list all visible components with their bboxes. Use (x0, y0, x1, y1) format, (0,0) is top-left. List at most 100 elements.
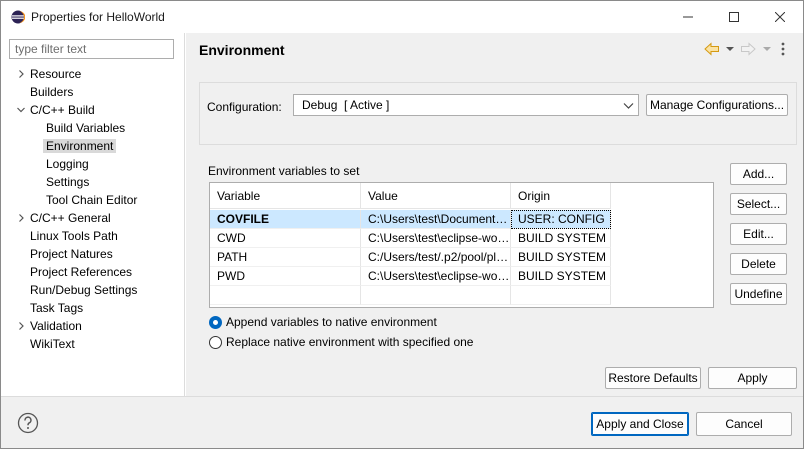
restore-defaults-label: Restore Defaults (608, 371, 698, 385)
tree-item-linux-tools-path[interactable]: Linux Tools Path (30, 227, 118, 245)
replace-environment-label: Replace native environment with specifie… (226, 335, 474, 349)
append-variables-label: Append variables to native environment (226, 315, 437, 329)
configuration-value: Debug [ Active ] (302, 98, 390, 112)
cell-variable (210, 286, 361, 305)
restore-defaults-button[interactable]: Restore Defaults (605, 367, 701, 389)
tree-item-build-variables[interactable]: Build Variables (46, 119, 125, 137)
tree-item-project-references[interactable]: Project References (30, 263, 132, 281)
tree-item-task-tags[interactable]: Task Tags (30, 299, 83, 317)
tree-item-label: Linux Tools Path (30, 229, 118, 243)
env-variables-table[interactable]: Variable Value Origin COVFILE C:\Users\te… (209, 182, 714, 308)
cell-origin: BUILD SYSTEM (511, 248, 611, 267)
chevron-right-icon[interactable] (15, 65, 27, 83)
delete-button[interactable]: Delete (730, 253, 787, 275)
chevron-right-icon[interactable] (15, 317, 27, 335)
forward-dropdown-icon[interactable] (763, 45, 771, 53)
tree-item-label: WikiText (30, 337, 75, 351)
maximize-button[interactable] (711, 1, 757, 33)
tree-item-resource[interactable]: Resource (19, 65, 82, 83)
cell-variable: COVFILE (210, 210, 361, 229)
tree-item-label: Validation (30, 319, 82, 333)
tree-item-label: Resource (30, 67, 82, 81)
close-button[interactable] (757, 1, 803, 33)
tree-item-label: Build Variables (46, 121, 126, 135)
cell-origin: USER: CONFIG (511, 210, 611, 229)
cell-origin: BUILD SYSTEM (511, 267, 611, 286)
apply-button[interactable]: Apply (708, 367, 797, 389)
apply-and-close-button[interactable]: Apply and Close (591, 412, 689, 436)
tree-item-label: Environment (43, 139, 117, 153)
dialog-button-bar: Apply and Close Cancel (1, 396, 803, 448)
minimize-icon (683, 16, 693, 18)
cancel-button[interactable]: Cancel (696, 412, 792, 436)
property-tree-pane: Resource Builders C/C++ Build Build Variabl… (1, 33, 185, 396)
table-row[interactable]: COVFILEC:\Users\test\Documents\test.covU… (210, 210, 713, 229)
tree-item-c-c-general[interactable]: C/C++ General (19, 209, 111, 227)
view-menu-icon[interactable] (780, 41, 786, 57)
tree-item-label: Settings (46, 175, 90, 189)
title-bar: Properties for HelloWorld (1, 1, 803, 33)
help-icon[interactable] (17, 412, 39, 434)
minimize-button[interactable] (665, 1, 711, 33)
table-row[interactable]: PWDC:\Users\test\eclipse-workspace\Hello… (210, 267, 713, 286)
chevron-right-icon[interactable] (15, 209, 27, 227)
radio-indicator[interactable] (209, 315, 222, 329)
filter-input[interactable] (9, 39, 174, 59)
tree-item-label: Task Tags (30, 301, 84, 315)
tree-item-wikitext[interactable]: WikiText (30, 335, 75, 353)
add-button[interactable]: Add... (730, 163, 787, 185)
table-row-empty[interactable] (210, 286, 713, 305)
tree-item-c-c-build[interactable]: C/C++ Build (17, 101, 95, 119)
table-row[interactable]: PATH C:/Users/test/.p2/pool/plugins BUILD … (210, 248, 713, 267)
manage-configurations-button[interactable]: Manage Configurations... (646, 94, 788, 116)
maximize-icon (729, 12, 739, 22)
cell-origin: BUILD SYSTEM (511, 229, 611, 248)
tree-item-label: Run/Debug Settings (30, 283, 138, 297)
select-button[interactable]: Select... (730, 193, 787, 215)
undefine-button[interactable]: Undefine (730, 283, 787, 305)
append-variables-radio[interactable]: Append variables to native environment (209, 314, 437, 330)
close-icon (775, 12, 785, 22)
cell-variable: PWD (210, 267, 361, 286)
window-title: Properties for HelloWorld (31, 10, 165, 24)
tree-item-validation[interactable]: Validation (19, 317, 82, 335)
cell-value: C:\Users\test\eclipse-workspace\HelloWor… (361, 267, 511, 286)
page-title: Environment (199, 42, 285, 58)
env-variables-label: Environment variables to set (208, 164, 360, 178)
tree-item-environment[interactable]: Environment (43, 137, 117, 155)
tree-item-label: Project Natures (30, 247, 113, 261)
replace-environment-radio[interactable]: Replace native environment with specifie… (209, 334, 473, 350)
cell-value (361, 286, 511, 305)
cell-variable: PATH (210, 248, 361, 267)
tree-item-label: Project References (30, 265, 133, 279)
column-header-origin[interactable]: Origin (511, 183, 611, 209)
environment-page: Environment Configuration: Debug [ Activ… (186, 33, 803, 396)
tree-item-logging[interactable]: Logging (46, 155, 89, 173)
configuration-group: Configuration: Debug [ Active ] Manage C… (199, 82, 797, 145)
chevron-down-icon[interactable] (15, 101, 27, 119)
tree-item-settings[interactable]: Settings (46, 173, 89, 191)
cell-value: C:\Users\test\Documents\test.cov (361, 210, 511, 229)
column-header-variable[interactable]: Variable (210, 183, 361, 209)
back-arrow-icon[interactable] (704, 41, 720, 57)
cell-origin (511, 286, 611, 305)
table-row[interactable]: CWDC:\Users\test\eclipse-workspace\Hello… (210, 229, 713, 248)
radio-indicator[interactable] (209, 335, 222, 349)
column-header-value[interactable]: Value (361, 183, 511, 209)
tree-item-tool-chain-editor[interactable]: Tool Chain Editor (46, 191, 137, 209)
tree-item-label: Tool Chain Editor (46, 193, 138, 207)
forward-arrow-icon[interactable] (740, 41, 756, 57)
edit-button[interactable]: Edit... (730, 223, 787, 245)
tree-item-project-natures[interactable]: Project Natures (30, 245, 113, 263)
tree-item-label: Logging (46, 157, 89, 171)
configuration-select[interactable]: Debug [ Active ] (293, 94, 639, 116)
configuration-label: Configuration: (207, 100, 282, 114)
tree-item-label: C/C++ General (30, 211, 111, 225)
back-dropdown-icon[interactable] (726, 45, 734, 53)
eclipse-icon (11, 10, 25, 24)
cell-value: C:/Users/test/.p2/pool/plugins (361, 248, 511, 267)
tree-item-builders[interactable]: Builders (30, 83, 73, 101)
tree-item-run-debug-settings[interactable]: Run/Debug Settings (30, 281, 137, 299)
cell-variable: CWD (210, 229, 361, 248)
cell-value: C:\Users\test\eclipse-workspace\HelloWor… (361, 229, 511, 248)
